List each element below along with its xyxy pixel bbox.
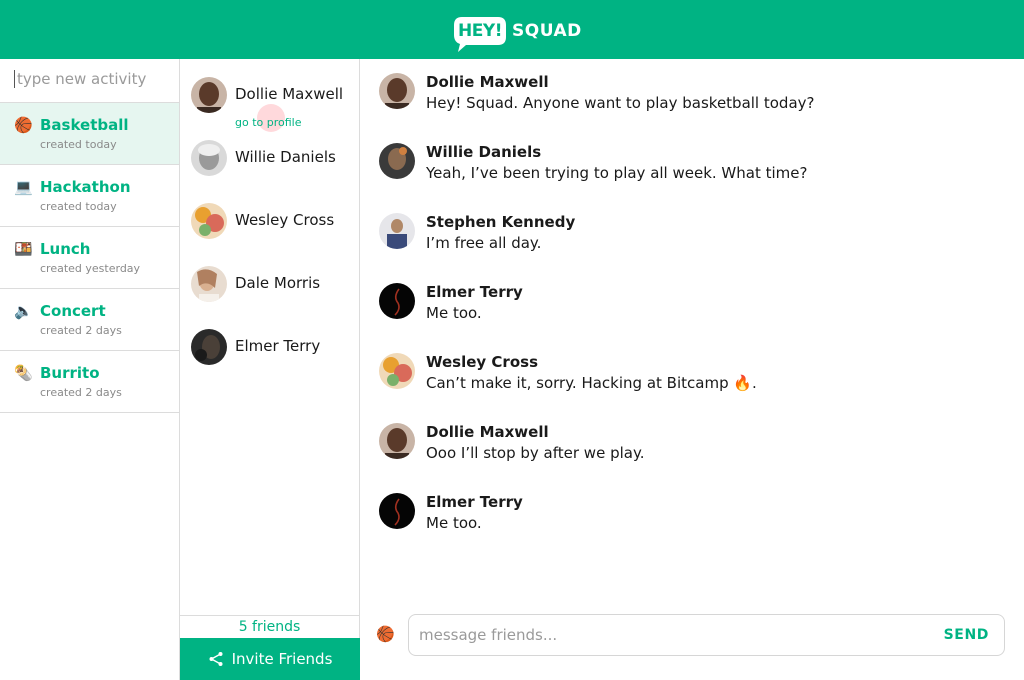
message-text: Ooo I’ll stop by after we play. <box>426 444 645 462</box>
basketball-icon: 🏀 <box>14 116 33 134</box>
activity-created: created 2 days <box>40 386 122 399</box>
chat-message: Wesley Cross Can’t make it, sorry. Hacki… <box>379 353 999 403</box>
message-text: Me too. <box>426 304 482 322</box>
friend-item-elmer-terry[interactable]: Elmer Terry <box>180 329 359 379</box>
message-author: Stephen Kennedy <box>426 213 576 231</box>
avatar <box>191 329 227 365</box>
avatar <box>379 353 415 389</box>
chat-message: Elmer Terry Me too. <box>379 493 999 543</box>
send-button[interactable]: SEND <box>944 627 989 643</box>
activity-item-concert[interactable]: 🔈 Concert created 2 days <box>0 289 179 351</box>
new-activity-input[interactable] <box>14 70 165 88</box>
laptop-icon: 💻 <box>14 178 33 196</box>
activity-name: Lunch <box>40 240 91 258</box>
invite-friends-button[interactable]: Invite Friends <box>180 638 360 680</box>
chat-message: Dollie Maxwell Ooo I’ll stop by after we… <box>379 423 999 473</box>
logo-squad-text: SQUAD <box>512 21 582 41</box>
message-composer: 🏀 SEND <box>376 614 1006 656</box>
avatar <box>191 203 227 239</box>
activity-created: created 2 days <box>40 324 122 337</box>
friend-name: Willie Daniels <box>235 148 336 166</box>
friend-name: Dollie Maxwell <box>235 85 344 103</box>
message-author: Wesley Cross <box>426 353 538 371</box>
avatar <box>379 143 415 179</box>
message-author: Willie Daniels <box>426 143 542 161</box>
friend-item-dollie-maxwell[interactable]: Dollie Maxwell go to profile <box>180 77 359 132</box>
message-text: Hey! Squad. Anyone want to play basketba… <box>426 94 815 112</box>
app-header: HEY! SQUAD <box>0 0 1024 59</box>
activity-item-lunch[interactable]: 🍱 Lunch created yesterday <box>0 227 179 289</box>
message-author: Elmer Terry <box>426 283 523 301</box>
avatar <box>379 213 415 249</box>
chat-message: Willie Daniels Yeah, I’ve been trying to… <box>379 143 999 193</box>
activity-name: Hackathon <box>40 178 131 196</box>
friend-item-dale-morris[interactable]: Dale Morris <box>180 266 359 316</box>
activity-name: Concert <box>40 302 106 320</box>
activity-item-burrito[interactable]: 🌯 Burrito created 2 days <box>0 351 179 413</box>
message-author: Dollie Maxwell <box>426 423 549 441</box>
share-icon <box>209 652 223 666</box>
friends-panel: Dollie Maxwell go to profile Willie Dani… <box>180 59 360 680</box>
activity-name: Basketball <box>40 116 129 134</box>
activities-panel: 🏀 Basketball created today 💻 Hackathon c… <box>0 59 180 680</box>
activity-item-hackathon[interactable]: 💻 Hackathon created today <box>0 165 179 227</box>
chat-message: Dollie Maxwell Hey! Squad. Anyone want t… <box>379 73 999 123</box>
burrito-icon: 🌯 <box>14 364 33 382</box>
avatar <box>379 423 415 459</box>
friend-name: Dale Morris <box>235 274 321 292</box>
message-author: Dollie Maxwell <box>426 73 549 91</box>
friend-name: Elmer Terry <box>235 337 321 355</box>
message-text: Can’t make it, sorry. Hacking at Bitcamp… <box>426 374 757 392</box>
speech-bubble-icon: HEY! <box>452 15 508 52</box>
message-box: SEND <box>408 614 1005 656</box>
avatar <box>191 266 227 302</box>
logo-hey-text: HEY! <box>458 21 502 41</box>
avatar <box>379 73 415 109</box>
bento-box-icon: 🍱 <box>14 240 33 258</box>
chat-panel: Dollie Maxwell Hey! Squad. Anyone want t… <box>360 59 1024 680</box>
go-to-profile-link[interactable]: go to profile <box>235 116 302 129</box>
avatar <box>191 140 227 176</box>
message-author: Elmer Terry <box>426 493 523 511</box>
basketball-icon: 🏀 <box>376 625 395 643</box>
speaker-icon: 🔈 <box>14 302 33 320</box>
activity-created: created yesterday <box>40 262 141 275</box>
friends-count: 5 friends <box>180 615 359 639</box>
avatar <box>191 77 227 113</box>
activity-created: created today <box>40 200 117 213</box>
chat-message: Elmer Terry Me too. <box>379 283 999 333</box>
message-text: Me too. <box>426 514 482 532</box>
hey-squad-logo: HEY! SQUAD <box>452 12 582 52</box>
friend-item-willie-daniels[interactable]: Willie Daniels <box>180 140 359 190</box>
invite-friends-label: Invite Friends <box>231 650 333 668</box>
message-text: Yeah, I’ve been trying to play all week.… <box>426 164 808 182</box>
avatar <box>379 283 415 319</box>
activity-name: Burrito <box>40 364 100 382</box>
chat-message: Stephen Kennedy I’m free all day. <box>379 213 999 263</box>
message-input[interactable] <box>419 626 919 644</box>
friend-name: Wesley Cross <box>235 211 335 229</box>
new-activity-row <box>0 59 179 103</box>
activity-item-basketball[interactable]: 🏀 Basketball created today <box>0 103 179 165</box>
avatar <box>379 493 415 529</box>
friend-item-wesley-cross[interactable]: Wesley Cross <box>180 203 359 253</box>
message-text: I’m free all day. <box>426 234 542 252</box>
activity-created: created today <box>40 138 117 151</box>
